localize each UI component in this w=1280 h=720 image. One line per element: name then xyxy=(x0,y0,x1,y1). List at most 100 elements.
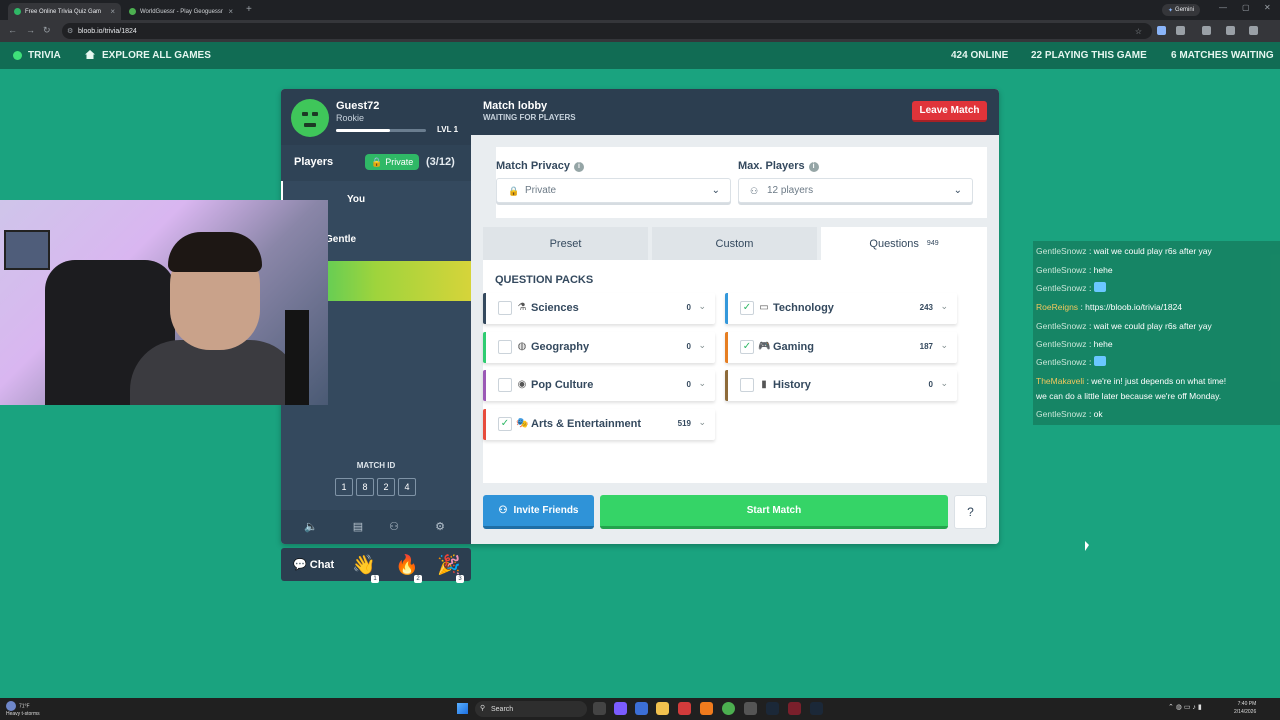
start-match-button[interactable]: Start Match xyxy=(600,495,948,529)
max-players-select[interactable]: ⚇ 12 players ⌄ xyxy=(738,178,973,203)
flask-icon: ⚗ xyxy=(517,302,527,313)
extension-icon[interactable] xyxy=(1176,26,1185,35)
tab-questions[interactable]: Questions 949 xyxy=(821,227,987,260)
reload-icon[interactable]: ↻ xyxy=(43,25,51,36)
weather-widget[interactable]: 71°F Heavy t-storms xyxy=(6,701,40,718)
invite-friends-button[interactable]: ⚇ Invite Friends xyxy=(483,495,594,529)
pack-checkbox[interactable]: ✓ xyxy=(740,340,754,354)
fire-emoji-button[interactable]: 🔥 2 xyxy=(394,553,422,583)
clock[interactable]: 7:40 PM 2/14/2026 xyxy=(1234,700,1256,716)
pack-count: 0 xyxy=(686,342,691,351)
tab-preset[interactable]: Preset xyxy=(483,227,648,260)
worldguessr-favicon-icon xyxy=(129,8,136,15)
chevron-down-icon[interactable]: ⌄ xyxy=(698,378,706,389)
file-explorer-icon[interactable] xyxy=(656,702,669,715)
lobby-status: WAITING FOR PLAYERS xyxy=(483,113,576,122)
invite-label: Invite Friends xyxy=(513,505,579,516)
app-icon[interactable] xyxy=(635,702,648,715)
new-tab-button[interactable]: + xyxy=(246,4,252,15)
menu-icon[interactable] xyxy=(1249,26,1258,35)
info-icon[interactable]: i xyxy=(808,162,819,172)
task-view-icon[interactable] xyxy=(593,702,606,715)
windows-start-icon[interactable] xyxy=(457,703,468,714)
players-label: Players xyxy=(294,156,334,168)
question-pack-item[interactable]: ⚗ Sciences 0 ⌄ xyxy=(483,293,715,324)
minimize-icon[interactable]: — xyxy=(1219,3,1227,12)
chat-button[interactable]: 💬 Chat xyxy=(293,558,334,571)
match-settings: Match Privacy i 🔒 Private ⌄ Max. Players i… xyxy=(496,147,987,218)
pack-checkbox[interactable]: ✓ xyxy=(498,417,512,431)
pack-checkbox[interactable] xyxy=(498,301,512,315)
question-pack-item[interactable]: ◍ Geography 0 ⌄ xyxy=(483,332,715,363)
pack-name: Arts & Entertainment xyxy=(531,418,642,430)
bookmark-star-icon[interactable]: ☆ xyxy=(1135,27,1142,36)
extension-icon[interactable] xyxy=(1202,26,1211,35)
chat-text: : https://bloob.io/trivia/1824 xyxy=(1080,302,1183,312)
taskbar-search[interactable]: ⚲ Search xyxy=(475,701,587,717)
app-icon[interactable] xyxy=(678,702,691,715)
lobby-body: Match Privacy i 🔒 Private ⌄ Max. Players i… xyxy=(471,135,999,544)
extension-icon[interactable] xyxy=(1157,26,1166,35)
taskbar: 71°F Heavy t-storms ⚲ Search ⌃ ◍ ▭ ♪ ▮ 7… xyxy=(0,698,1280,720)
app-icon[interactable] xyxy=(744,702,757,715)
steam-icon[interactable] xyxy=(810,702,823,715)
settings-gear-icon[interactable]: ⚙ xyxy=(434,521,446,533)
party-emoji-button[interactable]: 🎉 3 xyxy=(436,553,464,583)
avatar[interactable] xyxy=(291,99,329,137)
question-pack-item[interactable]: ✓ ▭ Technology 243 ⌄ xyxy=(725,293,957,324)
maximize-icon[interactable]: ▢ xyxy=(1242,3,1250,12)
news-icon[interactable]: ▤ xyxy=(352,521,364,533)
info-icon[interactable]: i xyxy=(573,162,584,172)
chevron-down-icon[interactable]: ⌄ xyxy=(698,301,706,312)
chat-username: RoeReigns xyxy=(1036,302,1079,312)
question-pack-item[interactable]: ✓ 🎭 Arts & Entertainment 519 ⌄ xyxy=(483,409,715,440)
search-icon: ⚲ xyxy=(480,705,486,712)
tab-custom[interactable]: Custom xyxy=(652,227,817,260)
chevron-down-icon[interactable]: ⌄ xyxy=(698,340,706,351)
url-field[interactable]: ⚙ bloob.io/trivia/1824 ☆ xyxy=(62,23,1152,39)
match-privacy-select[interactable]: 🔒 Private ⌄ xyxy=(496,178,731,203)
questions-count: 949 xyxy=(926,240,939,247)
steam-icon[interactable] xyxy=(766,702,779,715)
chevron-down-icon[interactable]: ⌄ xyxy=(940,340,948,351)
question-pack-item[interactable]: ◉ Pop Culture 0 ⌄ xyxy=(483,370,715,401)
friends-icon[interactable]: ⚇ xyxy=(388,521,400,533)
back-icon[interactable]: ← xyxy=(8,25,17,35)
chevron-down-icon[interactable]: ⌄ xyxy=(940,378,948,389)
question-pack-item[interactable]: ✓ 🎮 Gaming 187 ⌄ xyxy=(725,332,957,363)
pack-checkbox[interactable]: ✓ xyxy=(740,301,754,315)
browser-tab-trivia[interactable]: Free Online Trivia Quiz Gam × xyxy=(8,3,121,20)
site-info-icon[interactable]: ⚙ xyxy=(67,27,73,35)
leave-match-button[interactable]: Leave Match xyxy=(912,101,987,122)
app-icon[interactable] xyxy=(700,702,713,715)
close-tab-icon[interactable]: × xyxy=(110,7,115,16)
wave-emoji-button[interactable]: 👋 1 xyxy=(351,553,379,583)
sound-icon[interactable]: 🔈 xyxy=(304,521,318,533)
chrome-icon[interactable] xyxy=(722,702,735,715)
app-icon[interactable] xyxy=(614,702,627,715)
max-players-value: 12 players xyxy=(767,185,814,196)
profile-icon[interactable] xyxy=(1226,26,1235,35)
lock-icon: 🔒 xyxy=(508,186,520,196)
close-tab-icon[interactable]: × xyxy=(228,7,233,16)
help-button[interactable]: ? xyxy=(954,495,987,529)
chevron-down-icon[interactable]: ⌄ xyxy=(698,417,706,428)
trivia-nav-link[interactable]: TRIVIA xyxy=(28,50,61,61)
explore-games-link[interactable]: EXPLORE ALL GAMES xyxy=(102,50,211,61)
question-pack-item[interactable]: ▮ History 0 ⌄ xyxy=(725,370,957,401)
system-tray[interactable]: ⌃ ◍ ▭ ♪ ▮ xyxy=(1168,703,1202,711)
chat-username: GentleSnowz xyxy=(1036,321,1087,331)
forward-icon[interactable]: → xyxy=(26,25,35,35)
match-lobby-card: Guest72 Rookie LVL 1 Players 🔒 Private (… xyxy=(281,89,999,544)
browser-tab-worldguessr[interactable]: WorldGuessr - Play Geoguessr × xyxy=(123,3,239,20)
pack-checkbox[interactable] xyxy=(740,378,754,392)
chevron-down-icon[interactable]: ⌄ xyxy=(940,301,948,312)
lobby-settings-area: Match lobby WAITING FOR PLAYERS Leave Ma… xyxy=(471,89,999,544)
gemini-button[interactable]: ✦ Gemini xyxy=(1162,4,1201,16)
close-window-icon[interactable]: ✕ xyxy=(1264,3,1271,12)
app-icon[interactable] xyxy=(788,702,801,715)
chat-text: : we're in! just depends on what time! xyxy=(1086,376,1227,386)
pack-checkbox[interactable] xyxy=(498,378,512,392)
panel-toolbar: 🔈 ▤ ⚇ ⚙ xyxy=(281,510,471,544)
pack-checkbox[interactable] xyxy=(498,340,512,354)
